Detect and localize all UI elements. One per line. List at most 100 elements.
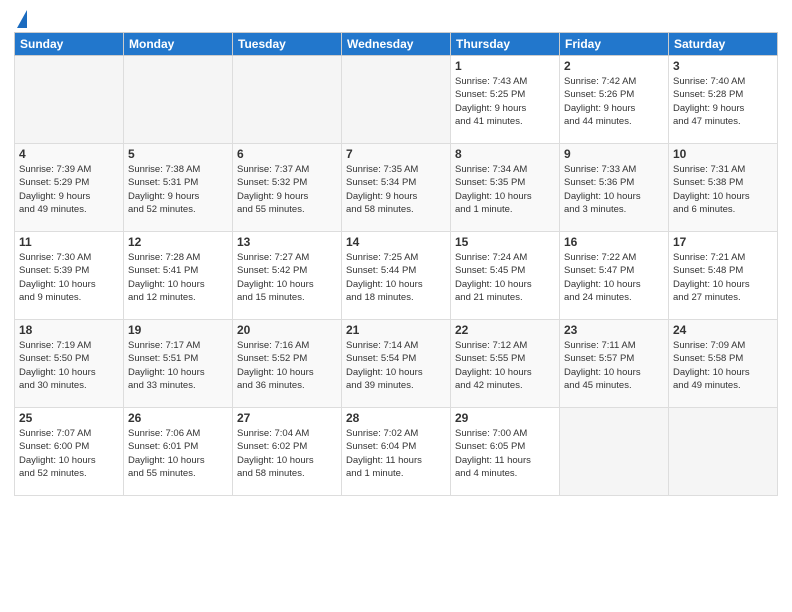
calendar-day-cell: 4 Sunrise: 7:39 AM Sunset: 5:29 PM Daylig… [15, 144, 124, 232]
day-header-saturday: Saturday [669, 33, 778, 56]
logo-triangle-icon [17, 10, 27, 28]
calendar-day-cell: 13 Sunrise: 7:27 AM Sunset: 5:42 PM Dayli… [233, 232, 342, 320]
day-number: 10 [673, 147, 773, 161]
day-number: 7 [346, 147, 446, 161]
day-number: 14 [346, 235, 446, 249]
calendar-week-row: 18 Sunrise: 7:19 AM Sunset: 5:50 PM Dayli… [15, 320, 778, 408]
calendar-day-cell: 23 Sunrise: 7:11 AM Sunset: 5:57 PM Dayli… [560, 320, 669, 408]
day-info: Sunrise: 7:35 AM Sunset: 5:34 PM Dayligh… [346, 163, 446, 216]
day-number: 2 [564, 59, 664, 73]
calendar-day-cell [15, 56, 124, 144]
calendar-week-row: 11 Sunrise: 7:30 AM Sunset: 5:39 PM Dayli… [15, 232, 778, 320]
day-number: 11 [19, 235, 119, 249]
day-info: Sunrise: 7:42 AM Sunset: 5:26 PM Dayligh… [564, 75, 664, 128]
calendar-day-cell: 2 Sunrise: 7:42 AM Sunset: 5:26 PM Daylig… [560, 56, 669, 144]
calendar-day-cell: 21 Sunrise: 7:14 AM Sunset: 5:54 PM Dayli… [342, 320, 451, 408]
day-number: 9 [564, 147, 664, 161]
calendar-day-cell: 25Sunrise: 7:07 AM Sunset: 6:00 PM Dayli… [15, 408, 124, 496]
day-number: 19 [128, 323, 228, 337]
day-info: Sunrise: 7:04 AM Sunset: 6:02 PM Dayligh… [237, 427, 337, 480]
calendar-day-cell: 17 Sunrise: 7:21 AM Sunset: 5:48 PM Dayli… [669, 232, 778, 320]
calendar-table: SundayMondayTuesdayWednesdayThursdayFrid… [14, 32, 778, 496]
day-number: 20 [237, 323, 337, 337]
day-number: 27 [237, 411, 337, 425]
calendar-day-cell: 14 Sunrise: 7:25 AM Sunset: 5:44 PM Dayli… [342, 232, 451, 320]
calendar-day-cell: 6 Sunrise: 7:37 AM Sunset: 5:32 PM Daylig… [233, 144, 342, 232]
calendar-day-cell: 15 Sunrise: 7:24 AM Sunset: 5:45 PM Dayli… [451, 232, 560, 320]
day-info: Sunrise: 7:28 AM Sunset: 5:41 PM Dayligh… [128, 251, 228, 304]
day-info: Sunrise: 7:43 AM Sunset: 5:25 PM Dayligh… [455, 75, 555, 128]
calendar-day-cell: 9 Sunrise: 7:33 AM Sunset: 5:36 PM Daylig… [560, 144, 669, 232]
calendar-header-row: SundayMondayTuesdayWednesdayThursdayFrid… [15, 33, 778, 56]
day-info: Sunrise: 7:34 AM Sunset: 5:35 PM Dayligh… [455, 163, 555, 216]
logo [14, 14, 27, 26]
calendar-day-cell: 28 Sunrise: 7:02 AM Sunset: 6:04 PM Dayli… [342, 408, 451, 496]
day-info: Sunrise: 7:12 AM Sunset: 5:55 PM Dayligh… [455, 339, 555, 392]
calendar-day-cell: 5 Sunrise: 7:38 AM Sunset: 5:31 PM Daylig… [124, 144, 233, 232]
calendar-day-cell: 10 Sunrise: 7:31 AM Sunset: 5:38 PM Dayli… [669, 144, 778, 232]
day-info: Sunrise: 7:11 AM Sunset: 5:57 PM Dayligh… [564, 339, 664, 392]
day-info: Sunrise: 7:24 AM Sunset: 5:45 PM Dayligh… [455, 251, 555, 304]
day-number: 22 [455, 323, 555, 337]
calendar-day-cell [124, 56, 233, 144]
calendar-container: SundayMondayTuesdayWednesdayThursdayFrid… [0, 0, 792, 612]
day-info: Sunrise: 7:21 AM Sunset: 5:48 PM Dayligh… [673, 251, 773, 304]
day-header-thursday: Thursday [451, 33, 560, 56]
day-info: Sunrise: 7:09 AM Sunset: 5:58 PM Dayligh… [673, 339, 773, 392]
day-number: 5 [128, 147, 228, 161]
day-info: Sunrise: 7:02 AM Sunset: 6:04 PM Dayligh… [346, 427, 446, 480]
calendar-day-cell: 22 Sunrise: 7:12 AM Sunset: 5:55 PM Dayli… [451, 320, 560, 408]
day-header-friday: Friday [560, 33, 669, 56]
day-number: 25 [19, 411, 119, 425]
day-number: 3 [673, 59, 773, 73]
day-info: Sunrise: 7:06 AM Sunset: 6:01 PM Dayligh… [128, 427, 228, 480]
day-header-sunday: Sunday [15, 33, 124, 56]
day-number: 29 [455, 411, 555, 425]
day-info: Sunrise: 7:38 AM Sunset: 5:31 PM Dayligh… [128, 163, 228, 216]
calendar-day-cell: 20 Sunrise: 7:16 AM Sunset: 5:52 PM Dayli… [233, 320, 342, 408]
calendar-day-cell: 29 Sunrise: 7:00 AM Sunset: 6:05 PM Dayli… [451, 408, 560, 496]
day-info: Sunrise: 7:37 AM Sunset: 5:32 PM Dayligh… [237, 163, 337, 216]
day-info: Sunrise: 7:14 AM Sunset: 5:54 PM Dayligh… [346, 339, 446, 392]
day-number: 17 [673, 235, 773, 249]
day-info: Sunrise: 7:30 AM Sunset: 5:39 PM Dayligh… [19, 251, 119, 304]
day-number: 8 [455, 147, 555, 161]
day-info: Sunrise: 7:25 AM Sunset: 5:44 PM Dayligh… [346, 251, 446, 304]
header [14, 10, 778, 26]
calendar-day-cell: 19Sunrise: 7:17 AM Sunset: 5:51 PM Dayli… [124, 320, 233, 408]
day-number: 26 [128, 411, 228, 425]
day-info: Sunrise: 7:16 AM Sunset: 5:52 PM Dayligh… [237, 339, 337, 392]
day-number: 6 [237, 147, 337, 161]
calendar-day-cell: 18 Sunrise: 7:19 AM Sunset: 5:50 PM Dayli… [15, 320, 124, 408]
calendar-day-cell: 7 Sunrise: 7:35 AM Sunset: 5:34 PM Daylig… [342, 144, 451, 232]
day-number: 23 [564, 323, 664, 337]
day-info: Sunrise: 7:31 AM Sunset: 5:38 PM Dayligh… [673, 163, 773, 216]
day-info: Sunrise: 7:27 AM Sunset: 5:42 PM Dayligh… [237, 251, 337, 304]
day-info: Sunrise: 7:00 AM Sunset: 6:05 PM Dayligh… [455, 427, 555, 480]
day-number: 21 [346, 323, 446, 337]
day-info: Sunrise: 7:33 AM Sunset: 5:36 PM Dayligh… [564, 163, 664, 216]
day-number: 4 [19, 147, 119, 161]
day-number: 13 [237, 235, 337, 249]
calendar-day-cell: 27 Sunrise: 7:04 AM Sunset: 6:02 PM Dayli… [233, 408, 342, 496]
calendar-week-row: 1 Sunrise: 7:43 AM Sunset: 5:25 PM Daylig… [15, 56, 778, 144]
day-info: Sunrise: 7:40 AM Sunset: 5:28 PM Dayligh… [673, 75, 773, 128]
calendar-day-cell [560, 408, 669, 496]
day-number: 1 [455, 59, 555, 73]
calendar-day-cell: 3 Sunrise: 7:40 AM Sunset: 5:28 PM Daylig… [669, 56, 778, 144]
calendar-day-cell: 26 Sunrise: 7:06 AM Sunset: 6:01 PM Dayli… [124, 408, 233, 496]
day-info: Sunrise: 7:39 AM Sunset: 5:29 PM Dayligh… [19, 163, 119, 216]
day-info: Sunrise: 7:22 AM Sunset: 5:47 PM Dayligh… [564, 251, 664, 304]
day-number: 12 [128, 235, 228, 249]
calendar-day-cell: 24 Sunrise: 7:09 AM Sunset: 5:58 PM Dayli… [669, 320, 778, 408]
day-number: 15 [455, 235, 555, 249]
day-number: 18 [19, 323, 119, 337]
day-header-monday: Monday [124, 33, 233, 56]
day-number: 24 [673, 323, 773, 337]
calendar-day-cell: 1 Sunrise: 7:43 AM Sunset: 5:25 PM Daylig… [451, 56, 560, 144]
day-header-wednesday: Wednesday [342, 33, 451, 56]
calendar-day-cell [669, 408, 778, 496]
day-header-tuesday: Tuesday [233, 33, 342, 56]
day-number: 28 [346, 411, 446, 425]
day-info: Sunrise: 7:19 AM Sunset: 5:50 PM Dayligh… [19, 339, 119, 392]
